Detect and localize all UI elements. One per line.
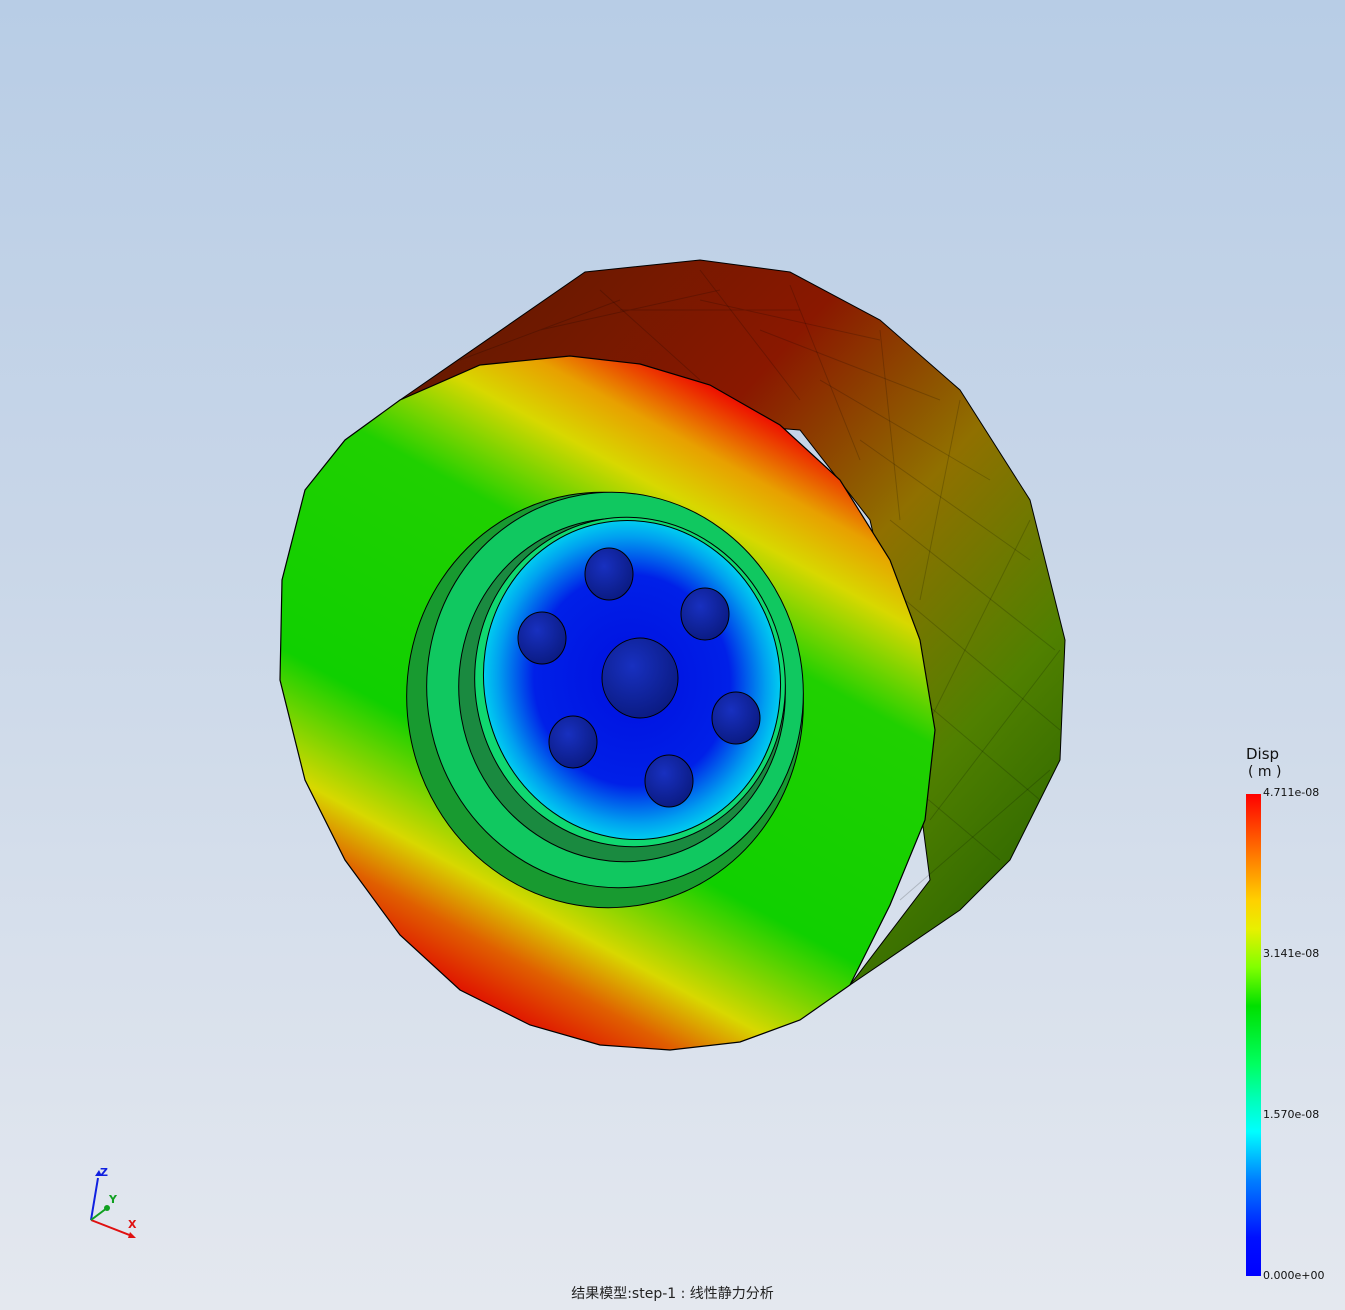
bolt[interactable] [517, 611, 567, 665]
legend-title: Disp [1246, 745, 1280, 763]
bolt[interactable] [680, 587, 730, 641]
model-viewport[interactable] [0, 0, 1345, 1310]
legend-unit: ( m ) [1248, 764, 1282, 780]
x-axis [90, 1219, 133, 1237]
bolt[interactable] [711, 691, 761, 745]
triad-x-label: X [128, 1218, 137, 1231]
bolt[interactable] [548, 715, 598, 769]
z-axis [90, 1177, 99, 1221]
legend-tick-min: 0.000e+00 [1263, 1269, 1325, 1282]
legend-tick: 3.141e-08 [1263, 947, 1320, 960]
legend-tick-max: 4.711e-08 [1263, 786, 1320, 799]
triad-y-label: Y [108, 1193, 118, 1206]
legend-tick: 1.570e-08 [1263, 1108, 1320, 1121]
bolt[interactable] [584, 547, 634, 601]
axis-triad: Z Y X [90, 1166, 137, 1238]
triad-z-label: Z [100, 1166, 108, 1179]
result-caption: 结果模型:step-1 : 线性静力分析 [571, 1286, 774, 1302]
bolt[interactable] [644, 754, 694, 808]
center-bolt[interactable] [601, 637, 679, 719]
legend-color-bar [1246, 794, 1261, 1276]
x-arrow-icon [128, 1232, 136, 1238]
